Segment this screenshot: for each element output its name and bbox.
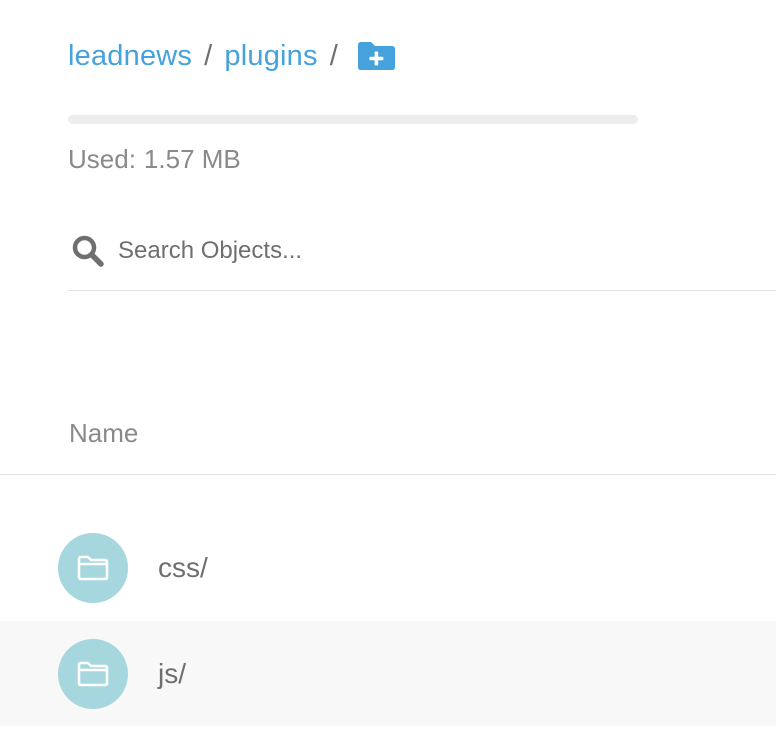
- column-header-name[interactable]: Name: [69, 418, 138, 449]
- table-row[interactable]: js/: [0, 621, 776, 726]
- breadcrumb: leadnews / plugins /: [68, 34, 397, 78]
- new-folder-button[interactable]: [356, 40, 397, 72]
- search-icon: [72, 235, 104, 267]
- breadcrumb-item-folder[interactable]: plugins: [224, 40, 317, 73]
- folder-icon: [77, 661, 109, 686]
- breadcrumb-separator: /: [329, 39, 338, 72]
- breadcrumb-separator: /: [204, 39, 213, 72]
- folder-avatar: [58, 532, 128, 603]
- table-header: Name: [0, 400, 776, 475]
- object-browser: leadnews / plugins / Used: 1.57 MB Name: [0, 0, 776, 744]
- folder-plus-icon: [357, 42, 395, 70]
- usage-progress-bar: [68, 115, 638, 124]
- row-name: css/: [158, 551, 208, 583]
- breadcrumb-item-bucket[interactable]: leadnews: [68, 40, 192, 73]
- usage-text: Used: 1.57 MB: [68, 144, 241, 175]
- usage-label: Used:: [68, 144, 136, 174]
- row-name: js/: [158, 657, 186, 689]
- search-input[interactable]: [118, 237, 718, 265]
- folder-avatar: [58, 638, 128, 709]
- table-row[interactable]: css/: [0, 515, 776, 620]
- search-bar: [68, 218, 776, 291]
- folder-icon: [77, 555, 109, 580]
- usage-value: 1.57 MB: [143, 144, 241, 174]
